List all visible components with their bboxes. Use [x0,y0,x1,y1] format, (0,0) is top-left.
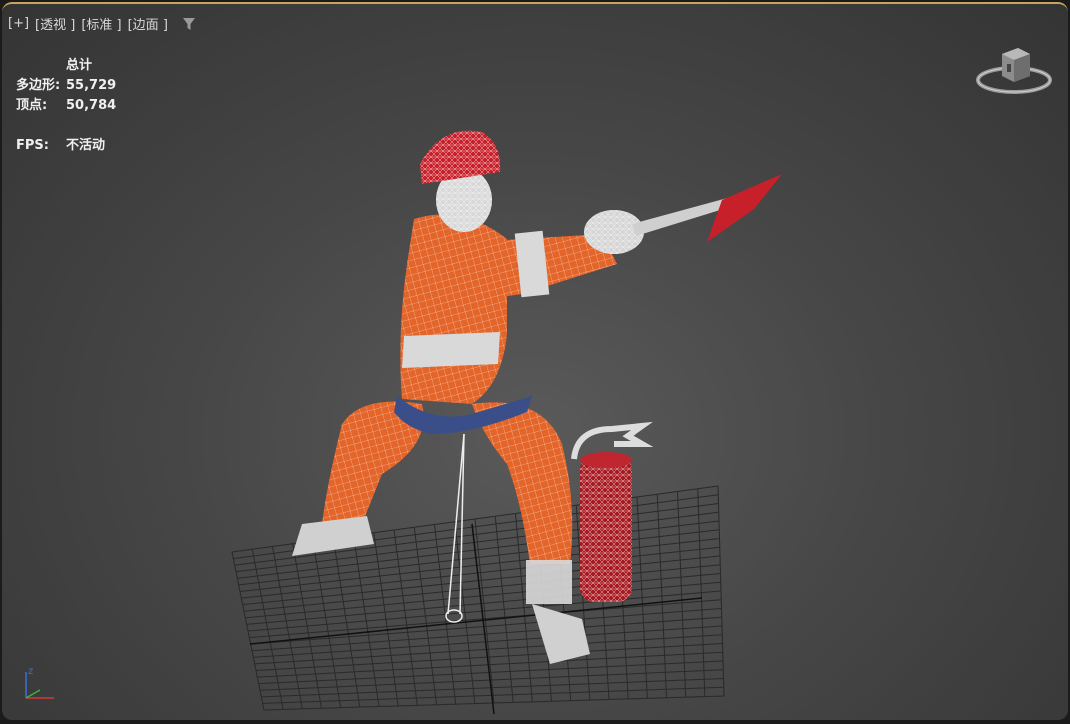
fire-extinguisher [571,421,654,602]
viewport-display-edges-menu[interactable]: [边面 ] [128,14,168,33]
stats-vertices-row: 顶点: 50,784 [16,96,116,116]
3d-viewport[interactable]: [+] [透视 ] [标准 ] [边面 ] 总计 多边形: 55,729 顶点:… [2,2,1068,720]
viewport-view-menu[interactable]: [透视 ] [35,14,75,33]
ground-grid [231,485,725,711]
polygons-value: 55,729 [66,78,117,93]
axis-tripod-icon: z [25,666,54,699]
viewport-plus-menu[interactable]: [+] [8,16,29,31]
fps-label: FPS: [16,138,49,153]
stats-polygons-row: 多边形: 55,729 [16,76,116,96]
vertices-value: 50,784 [66,98,117,113]
polygons-label: 多边形: [16,78,61,93]
stats-title: 总计 [66,58,93,73]
fps-value: 不活动 [66,138,106,153]
viewport-label-menu: [+] [透视 ] [标准 ] [边面 ] [8,14,196,33]
viewport-shading-standard-menu[interactable]: [标准 ] [81,14,121,33]
filter-icon[interactable] [182,17,196,31]
vertices-label: 顶点: [16,98,48,113]
statistics-overlay: 总计 多边形: 55,729 顶点: 50,784 FPS: 不活动 [16,56,116,156]
scene-render[interactable] [2,4,1068,720]
axis-z-label: z [28,666,33,677]
viewcube-icon[interactable] [974,42,1054,98]
stats-fps-row: FPS: 不活动 [16,136,116,156]
